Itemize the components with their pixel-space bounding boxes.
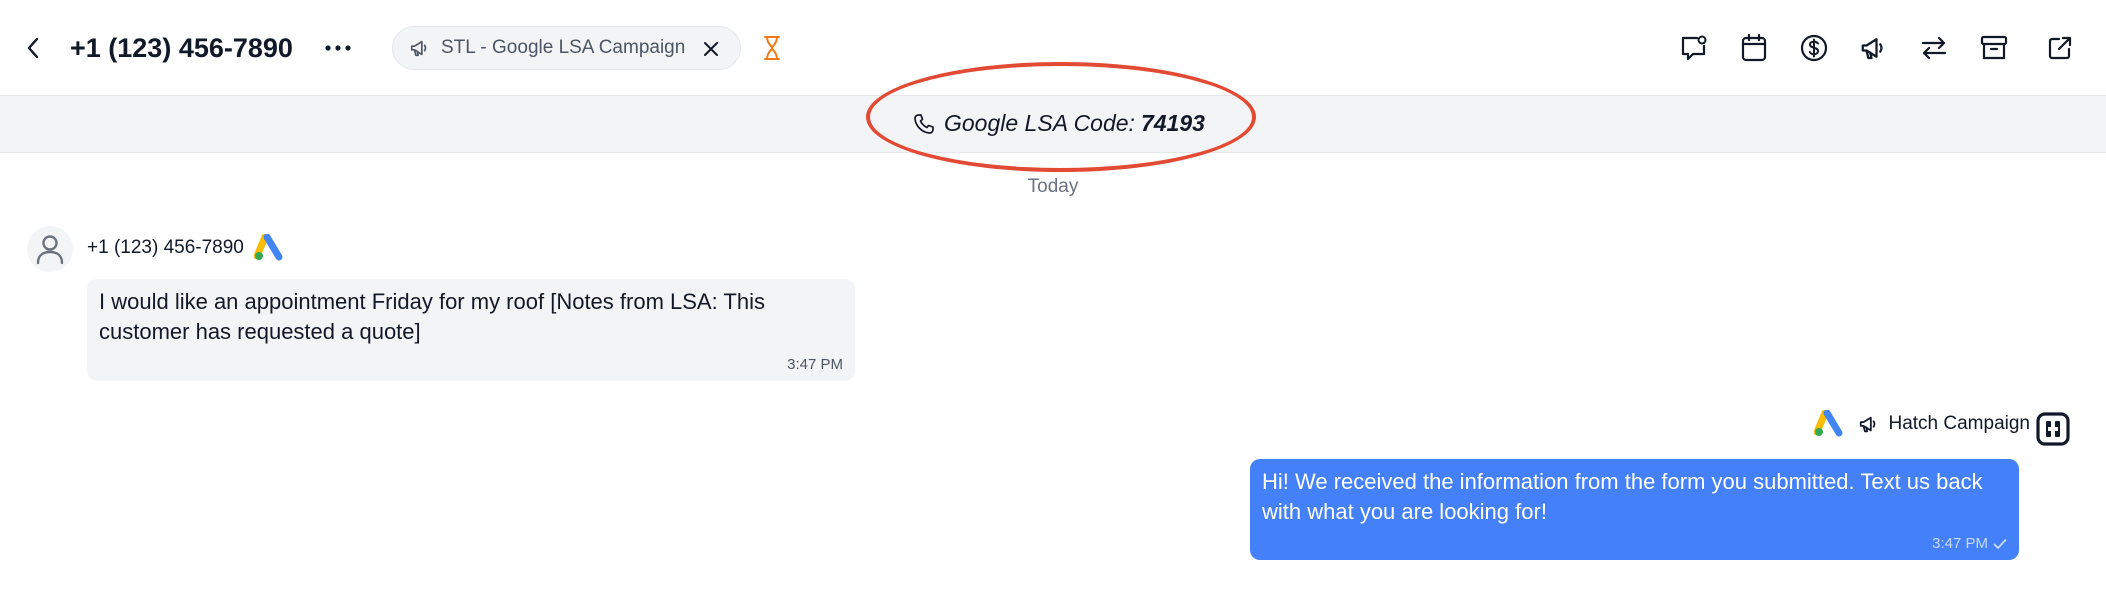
lsa-code-banner: Google LSA Code: 74193 (0, 96, 2106, 153)
message-text: Hi! We received the information from the… (1262, 469, 1983, 524)
lsa-code-label: Google LSA Code: (944, 110, 1135, 136)
open-external-button[interactable] (2042, 30, 2078, 66)
archive-button[interactable] (1976, 30, 2012, 66)
outgoing-message-source: Hatch Campaign (1814, 410, 2030, 438)
archive-icon (1980, 35, 2008, 60)
check-icon (1993, 538, 2007, 549)
incoming-message: I would like an appointment Friday for m… (87, 279, 855, 381)
ellipsis-icon (325, 45, 351, 51)
campaign-label: Hatch Campaign (1888, 413, 2030, 434)
notes-button[interactable] (1676, 30, 1712, 66)
lsa-code-content: Google LSA Code: 74193 (912, 110, 1205, 137)
campaign-chip-label: STL - Google LSA Campaign (441, 37, 686, 58)
pending-status[interactable] (760, 33, 784, 63)
message-note-icon (1681, 35, 1707, 61)
google-ads-icon (1814, 410, 1843, 437)
sender-name: +1 (123) 456-7890 (87, 237, 244, 258)
message-timestamp: 3:47 PM (787, 356, 843, 373)
chevron-left-icon (27, 37, 39, 59)
page-title: +1 (123) 456-7890 (70, 33, 293, 63)
message-timestamp: 3:47 PM (1932, 535, 1988, 552)
user-icon (36, 235, 64, 265)
campaign-button[interactable] (1856, 30, 1892, 66)
day-divider: Today (1027, 176, 1079, 197)
close-icon (704, 42, 718, 56)
lsa-code-value: 74193 (1140, 110, 1205, 136)
outgoing-message: Hi! We received the information from the… (1250, 459, 2019, 560)
megaphone-icon (1860, 416, 1876, 433)
phone-icon (914, 113, 934, 134)
message-text: I would like an appointment Friday for m… (99, 289, 765, 344)
schedule-button[interactable] (1736, 30, 1772, 66)
back-button[interactable] (18, 30, 48, 66)
avatar[interactable] (27, 226, 73, 272)
campaign-chip[interactable]: STL - Google LSA Campaign (392, 26, 741, 70)
calendar-icon (1741, 33, 1767, 62)
hatch-logo-icon (2036, 412, 2070, 446)
conversation-header: +1 (123) 456-7890 STL - Google LSA Campa… (0, 0, 2106, 96)
more-options-button[interactable] (318, 32, 358, 64)
megaphone-icon (410, 40, 427, 57)
remove-campaign-button[interactable] (700, 38, 722, 60)
external-link-icon (2048, 36, 2072, 60)
transfer-button[interactable] (1916, 30, 1952, 66)
hourglass-icon (764, 36, 780, 60)
message-timestamp-wrap: 3:47 PM (1932, 535, 2007, 552)
dollar-icon (1800, 34, 1828, 62)
message-sender: +1 (123) 456-7890 (87, 234, 286, 262)
google-ads-icon (253, 234, 283, 261)
payment-button[interactable] (1796, 30, 1832, 66)
transfer-icon (1921, 36, 1947, 60)
megaphone-icon (1861, 38, 1883, 60)
